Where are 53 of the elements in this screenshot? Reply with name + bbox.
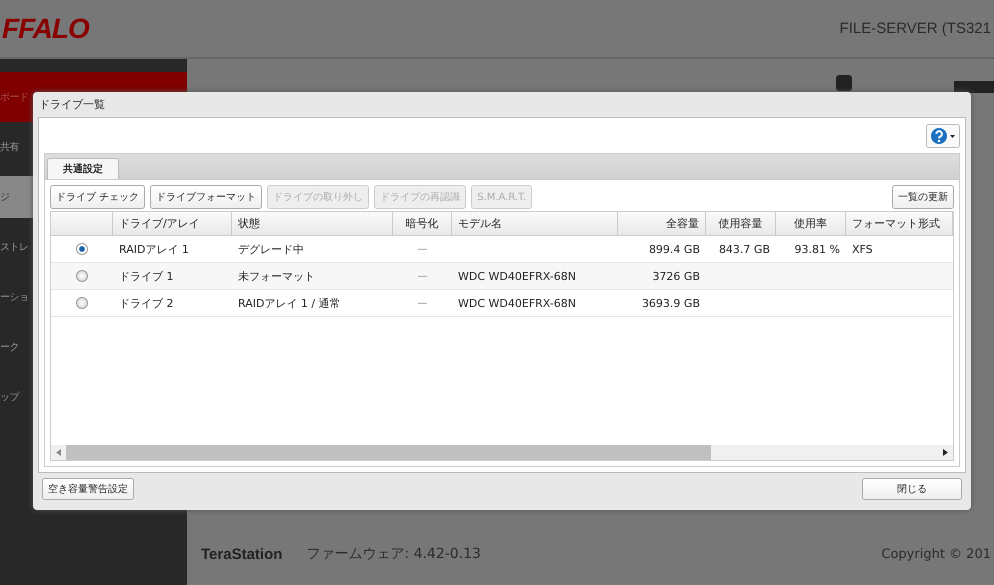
table-cell: デグレード中 — [238, 242, 304, 256]
table-cell: RAIDアレイ 1 / 通常 — [238, 296, 341, 310]
warning-settings-button[interactable]: 空き容量警告設定 — [42, 478, 134, 500]
table-cell: — — [418, 298, 428, 308]
table-cell: 3726 GB — [652, 270, 700, 282]
radio-button[interactable] — [76, 270, 88, 282]
radio-button[interactable] — [76, 243, 88, 255]
refresh-button[interactable]: 一覧の更新 — [892, 185, 954, 209]
table-cell: ドライブ 1 — [119, 268, 174, 284]
column-header[interactable]: モデル名 — [452, 212, 618, 235]
help-button[interactable] — [926, 124, 960, 148]
column-header[interactable]: 状態 — [232, 212, 393, 235]
device-name: FILE-SERVER (TS321 — [840, 20, 991, 37]
sidebar-item[interactable]: 共有 — [0, 140, 19, 154]
column-header[interactable]: 使用容量 — [706, 212, 776, 235]
sidebar-item[interactable]: ジ — [0, 190, 10, 204]
table-cell: WDC WD40EFRX-68N — [458, 296, 576, 310]
language-select[interactable] — [954, 81, 994, 93]
table-cell: 3693.9 GB — [642, 296, 700, 310]
sidebar-item[interactable]: ーショ — [0, 290, 28, 304]
toolbar-button[interactable]: ドライブフォーマット — [150, 185, 262, 209]
product-name: TeraStation — [201, 546, 282, 562]
column-header[interactable]: フォーマット形式 — [846, 212, 953, 235]
column-header[interactable]: 使用率 — [776, 212, 846, 235]
table-cell: 未フォーマット — [238, 268, 315, 284]
table-cell: XFS — [852, 242, 873, 256]
column-header[interactable]: 全容量 — [618, 212, 706, 235]
help-icon — [930, 127, 956, 145]
table-cell: 843.7 GB — [718, 242, 770, 256]
scroll-right-icon[interactable] — [943, 449, 948, 456]
column-header[interactable]: 暗号化 — [393, 212, 452, 235]
radio-button[interactable] — [76, 297, 88, 309]
copyright: Copyright © 201 — [881, 546, 991, 562]
table-cell: 899.4 GB — [648, 242, 700, 256]
table-cell: WDC WD40EFRX-68N — [458, 270, 576, 282]
table-cell: 93.81 % — [794, 242, 840, 256]
horizontal-scrollbar[interactable] — [51, 445, 953, 460]
close-button[interactable]: 閉じる — [862, 478, 962, 500]
column-header[interactable]: ドライブ/アレイ — [113, 212, 232, 235]
scroll-left-icon[interactable] — [56, 449, 61, 456]
dialog-title: ドライブ一覧 — [38, 97, 106, 113]
table-cell: — — [418, 270, 428, 282]
language-icon — [834, 73, 854, 93]
firmware-version: ファームウェア: 4.42-0.13 — [306, 545, 482, 563]
tab[interactable]: 共通設定 — [47, 158, 119, 179]
sidebar-item[interactable]: ップ — [0, 390, 19, 404]
table-cell: — — [418, 244, 428, 254]
sidebar-item[interactable]: ストレ — [0, 240, 28, 254]
toolbar-button[interactable]: ドライブ チェック — [50, 185, 146, 209]
logo: FFALO — [2, 12, 89, 44]
sidebar-item[interactable]: ーク — [0, 340, 19, 354]
table-cell: RAIDアレイ 1 — [119, 242, 189, 256]
table-cell: ドライブ 2 — [119, 296, 174, 310]
